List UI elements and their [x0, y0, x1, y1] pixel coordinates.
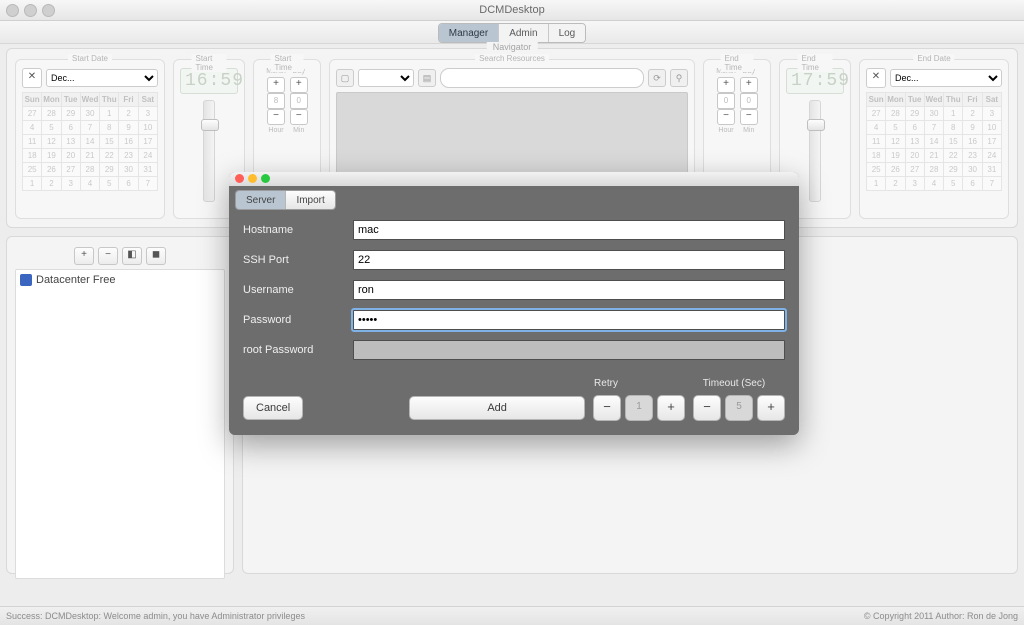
add-button[interactable]: Add: [409, 396, 585, 420]
end-month-value: 0: [717, 93, 735, 109]
status-text: Success: DCMDesktop: Welcome admin, you …: [6, 611, 305, 621]
end-time-slider[interactable]: [809, 100, 821, 202]
end-day-minus[interactable]: −: [740, 109, 758, 125]
password-label: Password: [243, 314, 353, 326]
minimize-window-icon[interactable]: [24, 4, 37, 17]
start-date-calendar[interactable]: SunMonTueWedThuFriSat2728293012345678910…: [22, 92, 158, 191]
end-date-panel: End Date ✕ Dec... SunMonTueWedThuFriSat2…: [859, 59, 1009, 219]
tab-manager[interactable]: Manager: [439, 24, 499, 42]
timeout-header: Timeout (Sec): [689, 378, 779, 389]
search-tool-icon[interactable]: ⚲: [670, 69, 688, 87]
start-time-clock-title: Start Time: [192, 54, 227, 72]
resource-type-select[interactable]: [358, 69, 414, 87]
dialog-tab-import[interactable]: Import: [286, 191, 334, 209]
min-label: Min: [293, 127, 304, 134]
traffic-lights: [6, 4, 55, 17]
tree-view2-button[interactable]: ◼: [146, 247, 166, 265]
window-title: DCMDesktop: [479, 4, 544, 16]
start-date-panel: Start Date ✕ Dec... SunMonTueWedThuFriSa…: [15, 59, 165, 219]
search-go-icon[interactable]: ⟳: [648, 69, 666, 87]
end-date-month-select[interactable]: Dec...: [890, 69, 1002, 87]
timeout-plus[interactable]: +: [757, 395, 785, 421]
start-date-month-select[interactable]: Dec...: [46, 69, 158, 87]
password-input[interactable]: [353, 310, 785, 330]
tab-log[interactable]: Log: [549, 24, 586, 42]
start-day-minus[interactable]: −: [290, 109, 308, 125]
timeout-value: 5: [725, 395, 753, 421]
end-month-plus[interactable]: +: [717, 77, 735, 93]
username-label: Username: [243, 284, 353, 296]
start-month-minus[interactable]: −: [267, 109, 285, 125]
rootpassword-input[interactable]: [353, 340, 785, 360]
cancel-button[interactable]: Cancel: [243, 396, 303, 420]
hostname-label: Hostname: [243, 224, 353, 236]
search-resources-title: Search Resources: [475, 54, 549, 63]
retry-minus[interactable]: −: [593, 395, 621, 421]
start-month-plus[interactable]: +: [267, 77, 285, 93]
retry-value: 1: [625, 395, 653, 421]
dialog-titlebar: [229, 172, 799, 186]
retry-header: Retry: [561, 378, 651, 389]
tree-add-button[interactable]: +: [74, 247, 94, 265]
start-day-plus[interactable]: +: [290, 77, 308, 93]
end-day-plus[interactable]: +: [740, 77, 758, 93]
resource-filter-icon[interactable]: ▤: [418, 69, 436, 87]
datacenter-icon: [20, 274, 32, 286]
start-date-clear-button[interactable]: ✕: [22, 68, 42, 88]
tree-view1-button[interactable]: ◧: [122, 247, 142, 265]
tree-panel: + − ◧ ◼ Datacenter Free: [6, 236, 234, 574]
copyright-text: © Copyright 2011 Author: Ron de Jong: [864, 611, 1018, 621]
end-date-calendar[interactable]: SunMonTueWedThuFriSat2728293012345678910…: [866, 92, 1002, 191]
tab-admin[interactable]: Admin: [499, 24, 548, 42]
rootpassword-label: root Password: [243, 344, 353, 356]
retry-plus[interactable]: +: [657, 395, 685, 421]
tree-item-label: Datacenter Free: [36, 274, 115, 286]
resource-type-icon[interactable]: ▢: [336, 69, 354, 87]
start-time-stepper-title: Start Time: [271, 54, 304, 72]
timeout-minus[interactable]: −: [693, 395, 721, 421]
tree-remove-button[interactable]: −: [98, 247, 118, 265]
start-time-slider[interactable]: [203, 100, 215, 202]
sshport-input[interactable]: [353, 250, 785, 270]
end-month-minus[interactable]: −: [717, 109, 735, 125]
main-tab-bar: Manager Admin Log: [0, 21, 1024, 44]
start-date-title: Start Date: [68, 54, 112, 63]
end-time-stepper-title: End Time: [721, 54, 754, 72]
end-date-clear-button[interactable]: ✕: [866, 68, 886, 88]
zoom-window-icon[interactable]: [42, 4, 55, 17]
username-input[interactable]: [353, 280, 785, 300]
navigator-title: Navigator: [487, 42, 538, 52]
tree-item-datacenter[interactable]: Datacenter Free: [20, 274, 220, 286]
start-month-value: 8: [267, 93, 285, 109]
dialog-zoom-icon[interactable]: [261, 174, 270, 183]
sshport-label: SSH Port: [243, 254, 353, 266]
status-bar: Success: DCMDesktop: Welcome admin, you …: [0, 606, 1024, 625]
search-input[interactable]: [440, 68, 644, 88]
close-window-icon[interactable]: [6, 4, 19, 17]
tree-body: Datacenter Free: [15, 269, 225, 579]
dialog-close-icon[interactable]: [235, 174, 244, 183]
end-day-value: 0: [740, 93, 758, 109]
dialog-tab-server[interactable]: Server: [236, 191, 286, 209]
hour-label: Hour: [268, 127, 283, 134]
window-titlebar: DCMDesktop: [0, 0, 1024, 21]
add-server-dialog: Server Import Hostname SSH Port Username…: [229, 172, 799, 435]
dialog-minimize-icon[interactable]: [248, 174, 257, 183]
start-day-value: 0: [290, 93, 308, 109]
hostname-input[interactable]: [353, 220, 785, 240]
